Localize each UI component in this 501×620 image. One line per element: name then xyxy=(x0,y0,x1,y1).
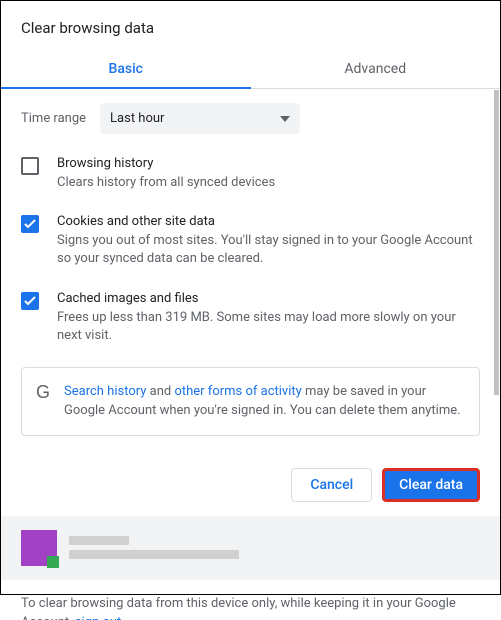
other-activity-link[interactable]: other forms of activity xyxy=(174,384,301,399)
item-title-0: Browsing history xyxy=(57,156,480,171)
clear-data-button[interactable]: Clear data xyxy=(382,468,480,502)
google-account-notice: G Search history and other forms of acti… xyxy=(21,367,480,436)
time-range-label: Time range xyxy=(21,111,86,126)
notice-text-between: and xyxy=(146,384,174,399)
checkbox-2[interactable] xyxy=(21,292,39,310)
search-history-link[interactable]: Search history xyxy=(64,384,146,399)
tab-basic[interactable]: Basic xyxy=(1,51,251,89)
sign-out-link[interactable]: sign out xyxy=(75,615,121,620)
google-icon: G xyxy=(36,382,50,403)
item-desc-1: Signs you out of most sites. You'll stay… xyxy=(57,232,480,268)
item-desc-2: Frees up less than 319 MB. Some sites ma… xyxy=(57,309,480,345)
time-range-select[interactable]: Last hour xyxy=(100,103,300,134)
checkbox-0[interactable] xyxy=(21,157,39,175)
tabs: Basic Advanced xyxy=(1,51,500,89)
item-desc-0: Clears history from all synced devices xyxy=(57,174,480,192)
footer-text: To clear browsing data from this device … xyxy=(1,580,500,620)
item-title-2: Cached images and files xyxy=(57,291,480,306)
time-range-value: Last hour xyxy=(110,111,164,126)
account-strip xyxy=(1,516,500,580)
checkbox-1[interactable] xyxy=(21,215,39,233)
scrollbar[interactable] xyxy=(494,90,499,395)
redacted-account-info xyxy=(69,536,239,559)
tab-advanced[interactable]: Advanced xyxy=(251,51,501,88)
dialog-title: Clear browsing data xyxy=(1,1,500,51)
item-title-1: Cookies and other site data xyxy=(57,214,480,229)
avatar xyxy=(21,530,57,566)
cancel-button[interactable]: Cancel xyxy=(291,468,372,502)
chevron-down-icon xyxy=(280,111,290,126)
